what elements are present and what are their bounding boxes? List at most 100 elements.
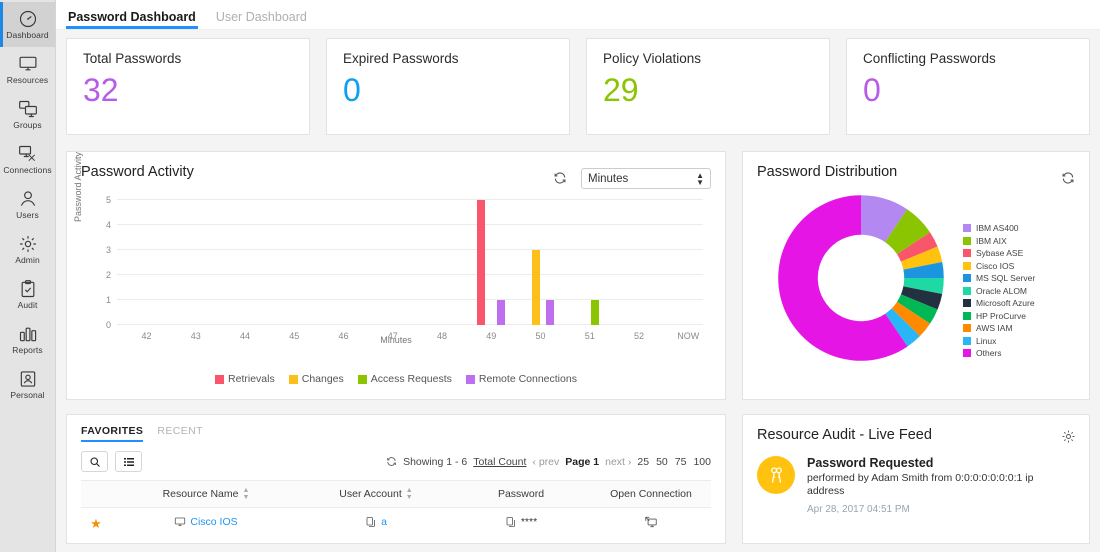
search-button[interactable] [81, 451, 108, 472]
next-page-button[interactable]: next › [605, 456, 631, 468]
sidebar-item-connections[interactable]: Connections [0, 137, 55, 182]
legend-label: AWS IAM [976, 323, 1013, 334]
chart-gridline [117, 199, 703, 200]
kpi-card-policy-violations[interactable]: Policy Violations 29 [586, 38, 830, 135]
distribution-legend-item[interactable]: MS SQL Server [963, 272, 1035, 285]
distribution-legend-item[interactable]: Linux [963, 335, 1035, 348]
chart-plot-area: 0 1 2 3 4 5 42 43 44 45 46 47 48 49 50 51 52 NOW [106, 195, 703, 341]
avatar [757, 456, 795, 494]
table-row[interactable]: ★ Cisco IOS a **** [81, 508, 711, 540]
sidebar-item-personal[interactable]: Personal [0, 362, 55, 407]
distribution-legend-item[interactable]: Others [963, 347, 1035, 360]
legend-label: IBM AS400 [976, 223, 1019, 234]
favorites-table: Resource Name ▲ ▼ User Account ▲ ▼ Password … [81, 480, 711, 539]
refresh-icon[interactable] [553, 171, 567, 185]
tab-favorites[interactable]: FAVORITES [81, 425, 144, 442]
distribution-legend-item[interactable]: HP ProCurve [963, 310, 1035, 323]
audit-entry-timestamp: Apr 28, 2017 04:51 PM [807, 504, 910, 515]
tab-password-dashboard[interactable]: Password Dashboard [66, 10, 198, 29]
refresh-icon[interactable] [386, 456, 397, 467]
chart-legend-item[interactable]: Retrievals [215, 373, 275, 385]
resource-name-link[interactable]: Cisco IOS [190, 516, 237, 528]
chart-legend-item[interactable]: Access Requests [357, 373, 452, 385]
id-card-icon [18, 369, 38, 389]
password-activity-panel: Password Activity Minutes ▲ ▼ Password Ac… [66, 151, 726, 400]
tab-user-dashboard[interactable]: User Dashboard [214, 10, 309, 29]
legend-swatch [963, 236, 971, 245]
sidebar-item-dashboard[interactable]: Dashboard [0, 2, 55, 47]
legend-swatch [963, 274, 971, 283]
page-size-100[interactable]: 100 [693, 456, 711, 468]
sidebar-label: Resources [6, 75, 49, 85]
chart-bar[interactable] [590, 300, 599, 325]
distribution-legend-item[interactable]: Sybase ASE [963, 247, 1035, 260]
total-count-link[interactable]: Total Count [473, 456, 526, 468]
column-user-account[interactable]: User Account ▲ ▼ [301, 480, 451, 508]
distribution-legend-item[interactable]: IBM AIX [963, 235, 1035, 248]
favorites-pagination: Showing 1 - 6 Total Count ‹ prev Page 1 … [386, 456, 711, 468]
distribution-legend-item[interactable]: Microsoft Azure [963, 297, 1035, 310]
copy-icon[interactable] [505, 516, 517, 528]
star-icon[interactable]: ★ [90, 516, 102, 531]
tab-label: User Dashboard [215, 10, 307, 24]
legend-swatch [963, 311, 971, 320]
gear-icon[interactable] [1061, 429, 1076, 444]
kpi-card-conflicting-passwords[interactable]: Conflicting Passwords 0 [846, 38, 1090, 135]
page-size-25[interactable]: 25 [637, 456, 649, 468]
copy-icon[interactable] [365, 516, 377, 528]
monitor-icon [18, 54, 38, 74]
sidebar-item-reports[interactable]: Reports [0, 317, 55, 362]
distribution-legend-item[interactable]: IBM AS400 [963, 222, 1035, 235]
distribution-legend-item[interactable]: Cisco IOS [963, 260, 1035, 273]
gauge-icon [18, 9, 38, 29]
chart-y-axis-label: Password Activity [73, 151, 83, 222]
page-size-75[interactable]: 75 [675, 456, 687, 468]
chart-bar[interactable] [497, 300, 506, 325]
gear-icon [18, 234, 38, 254]
remote-connect-icon[interactable] [644, 515, 658, 529]
column-resource-name[interactable]: Resource Name ▲ ▼ [111, 480, 301, 508]
sidebar-item-resources[interactable]: Resources [0, 47, 55, 92]
sidebar-item-groups[interactable]: Groups [0, 92, 55, 137]
kpi-card-total-passwords[interactable]: Total Passwords 32 [66, 38, 310, 135]
distribution-legend: IBM AS400 IBM AIX Sybase ASE Cisco IOS MS SQ… [963, 222, 1035, 368]
legend-swatch [963, 324, 971, 333]
kpi-card-expired-passwords[interactable]: Expired Passwords 0 [326, 38, 570, 135]
kpi-value: 32 [83, 72, 119, 108]
keys-icon [767, 466, 786, 485]
legend-swatch [215, 374, 225, 384]
clipboard-check-icon [18, 279, 38, 299]
kpi-value: 0 [863, 72, 881, 108]
distribution-legend-item[interactable]: Oracle ALOM [963, 285, 1035, 298]
user-account-link[interactable]: a [381, 516, 387, 528]
page-size-options: 25 50 75 100 [637, 456, 711, 468]
chart-legend-item[interactable]: Changes [288, 373, 344, 385]
chart-bar[interactable] [531, 250, 540, 325]
column-favorite [81, 480, 111, 508]
legend-label: Remote Connections [478, 373, 577, 385]
open-connection-cell[interactable] [591, 508, 711, 540]
sidebar-label: Personal [10, 390, 45, 400]
chart-y-tick: 1 [105, 295, 111, 305]
middle-row: Password Activity Minutes ▲ ▼ Password Ac… [66, 151, 1090, 400]
columns-button[interactable] [115, 451, 142, 472]
legend-swatch [465, 374, 475, 384]
sidebar-item-admin[interactable]: Admin [0, 227, 55, 272]
chart-bar[interactable] [477, 200, 486, 325]
prev-page-button[interactable]: ‹ prev [532, 456, 559, 468]
sidebar-item-users[interactable]: Users [0, 182, 55, 227]
favorites-toolbar: Showing 1 - 6 Total Count ‹ prev Page 1 … [81, 451, 711, 472]
kpi-title: Conflicting Passwords [863, 51, 996, 66]
sidebar-item-audit[interactable]: Audit [0, 272, 55, 317]
favorite-star-cell[interactable]: ★ [81, 508, 111, 540]
favorites-panel: FAVORITES RECENT Showing 1 - 6 Total Cou… [66, 414, 726, 544]
kpi-row: Total Passwords 32 Expired Passwords 0 P… [66, 38, 1090, 135]
distribution-legend-item[interactable]: AWS IAM [963, 322, 1035, 335]
activity-units-select[interactable]: Minutes ▲ ▼ [581, 168, 711, 189]
chart-bar[interactable] [546, 300, 555, 325]
page-size-50[interactable]: 50 [656, 456, 668, 468]
chart-gridline [117, 249, 703, 250]
chart-legend-item[interactable]: Remote Connections [465, 373, 577, 385]
tab-recent[interactable]: RECENT [157, 425, 203, 442]
refresh-icon[interactable] [1061, 171, 1075, 185]
